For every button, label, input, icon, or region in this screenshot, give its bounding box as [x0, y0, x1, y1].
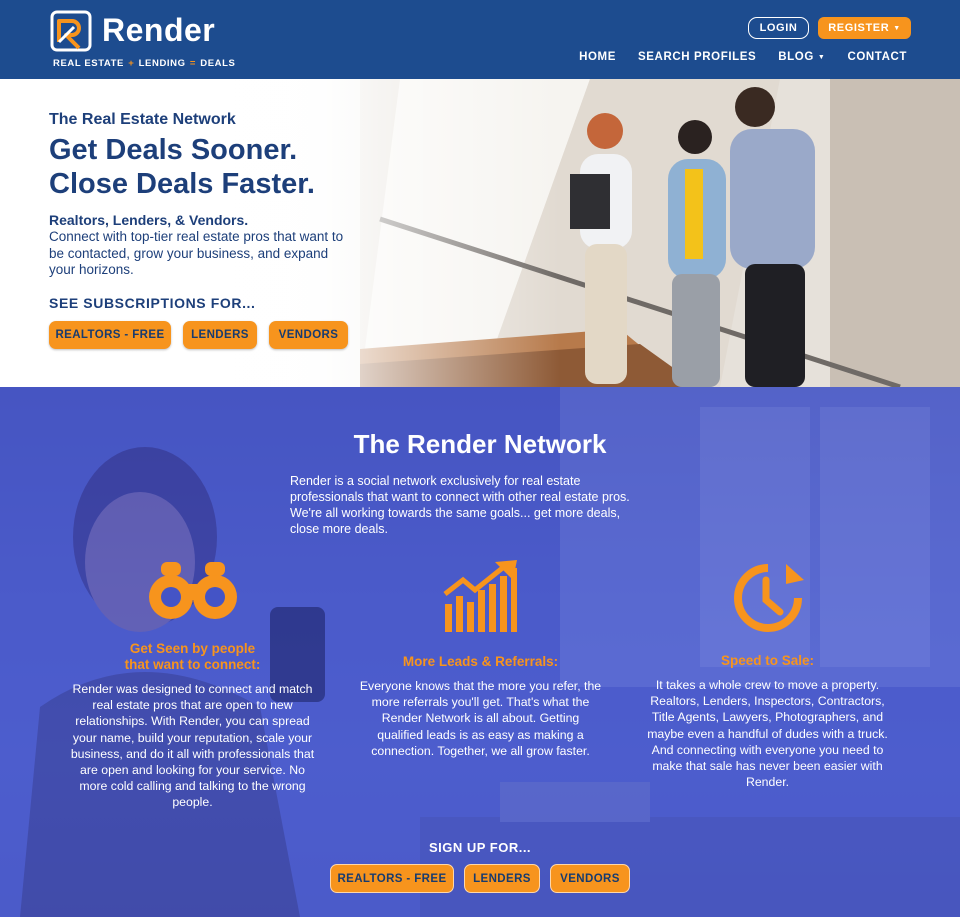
render-network-section: The Render Network Render is a social ne… [0, 387, 960, 917]
feature-leads-title: More Leads & Referrals: [402, 654, 559, 669]
feature-get-seen-body: Render was designed to connect and match… [70, 682, 315, 810]
signup-realtors-free-button[interactable]: REALTORS - FREE [330, 864, 454, 893]
realtors-free-button[interactable]: REALTORS - FREE [49, 321, 171, 349]
feature-leads-referrals: More Leads & Referrals: Everyone knows t… [358, 560, 603, 759]
nav-home[interactable]: HOME [579, 51, 616, 63]
nav-search-profiles[interactable]: SEARCH PROFILES [638, 51, 756, 63]
feature-leads-body: Everyone knows that the more you refer, … [359, 679, 602, 758]
chevron-down-icon: ▼ [893, 24, 901, 32]
site-header: Render REAL ESTATE + LENDING = DEALS LOG… [0, 0, 960, 79]
main-nav: HOME SEARCH PROFILES BLOG ▼ CONTACT [557, 51, 907, 63]
growth-chart-icon [442, 560, 517, 632]
signup-label: SIGN UP FOR... [428, 840, 532, 855]
hero-section: The Real Estate Network Get Deals Sooner… [0, 79, 960, 387]
signup-buttons: REALTORS - FREE LENDERS VENDORS [330, 864, 630, 893]
hero-subtitle: The Real Estate Network [49, 111, 236, 128]
feature-speed-to-sale: Speed to Sale: It takes a whole crew to … [645, 560, 890, 790]
feature-speed-title: Speed to Sale: [720, 653, 815, 668]
hero-body-text: Connect with top-tier real estate pros t… [49, 229, 344, 277]
hero-headline-line-1: Get Deals Sooner. [49, 134, 298, 166]
hero-subscription-buttons: REALTORS - FREE LENDERS VENDORS [49, 321, 348, 349]
lenders-button[interactable]: LENDERS [183, 321, 257, 349]
nav-blog[interactable]: BLOG ▼ [778, 51, 825, 63]
register-label: REGISTER [828, 22, 890, 34]
hero-headline: Get Deals Sooner. Close Deals Faster. [49, 133, 389, 201]
nav-blog-label: BLOG [778, 51, 814, 63]
login-button[interactable]: LOGIN [748, 17, 809, 39]
chevron-down-icon: ▼ [817, 53, 826, 61]
feature-get-seen: Get Seen by people that want to connect:… [70, 560, 315, 811]
vendors-button[interactable]: VENDORS [269, 321, 348, 349]
hero-cta-label: SEE SUBSCRIPTIONS FOR... [49, 295, 256, 311]
brand-tagline: REAL ESTATE + LENDING = DEALS [53, 58, 236, 69]
speed-clock-icon [733, 564, 804, 632]
network-intro: Render is a social network exclusively f… [290, 474, 630, 536]
signup-lenders-button[interactable]: LENDERS [464, 864, 540, 893]
feature-speed-body: It takes a whole crew to move a property… [647, 678, 888, 790]
render-logo[interactable]: Render REAL ESTATE + LENDING = DEALS [50, 10, 240, 72]
register-button[interactable]: REGISTER ▼ [818, 17, 911, 39]
signup-vendors-button[interactable]: VENDORS [550, 864, 630, 893]
hero-audience: Realtors, Lenders, & Vendors. [49, 212, 249, 228]
nav-contact[interactable]: CONTACT [847, 51, 907, 63]
hero-headline-line-2: Close Deals Faster. [49, 168, 315, 200]
network-title: The Render Network [353, 429, 607, 459]
render-logo-icon [50, 10, 92, 52]
binoculars-icon [148, 562, 237, 619]
brand-name: Render [102, 12, 216, 48]
feature-get-seen-title: Get Seen by people that want to connect: [124, 641, 261, 672]
